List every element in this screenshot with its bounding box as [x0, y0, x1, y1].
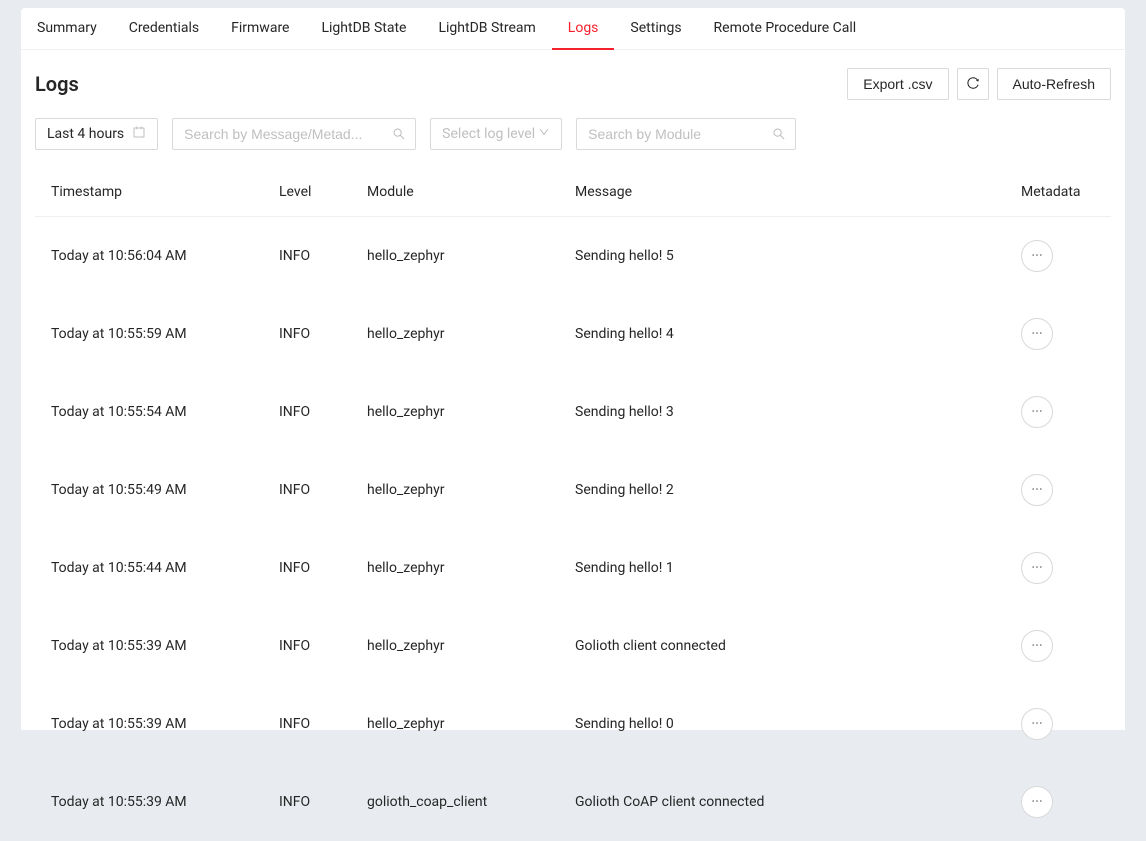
cell-level: INFO — [279, 794, 367, 810]
column-level: Level — [279, 184, 367, 200]
table-row: Today at 10:55:54 AMINFOhello_zephyrSend… — [35, 373, 1111, 451]
cell-message: Golioth client connected — [575, 638, 1021, 654]
table-row: Today at 10:55:39 AMINFOhello_zephyrSend… — [35, 685, 1111, 763]
cell-message: Sending hello! 1 — [575, 560, 1021, 576]
table-row: Today at 10:55:44 AMINFOhello_zephyrSend… — [35, 529, 1111, 607]
table-row: Today at 10:55:59 AMINFOhello_zephyrSend… — [35, 295, 1111, 373]
calendar-icon — [132, 125, 146, 143]
metadata-more-button[interactable] — [1021, 552, 1053, 584]
cell-level: INFO — [279, 482, 367, 498]
ellipsis-icon — [1030, 326, 1044, 343]
cell-module: hello_zephyr — [367, 638, 575, 654]
column-module: Module — [367, 184, 575, 200]
cell-level: INFO — [279, 560, 367, 576]
cell-module: hello_zephyr — [367, 248, 575, 264]
cell-timestamp: Today at 10:55:54 AM — [51, 404, 279, 420]
logs-table: Timestamp Level Module Message Metadata … — [35, 168, 1111, 841]
tab-summary[interactable]: Summary — [21, 8, 113, 50]
metadata-more-button[interactable] — [1021, 318, 1053, 350]
cell-message: Sending hello! 4 — [575, 326, 1021, 342]
cell-module: hello_zephyr — [367, 326, 575, 342]
tab-lightdb-stream[interactable]: LightDB Stream — [422, 8, 551, 50]
search-message-input[interactable] — [172, 118, 416, 150]
cell-level: INFO — [279, 248, 367, 264]
metadata-more-button[interactable] — [1021, 708, 1053, 740]
tab-credentials[interactable]: Credentials — [113, 8, 215, 50]
cell-message: Sending hello! 2 — [575, 482, 1021, 498]
cell-level: INFO — [279, 326, 367, 342]
column-message: Message — [575, 184, 1021, 200]
ellipsis-icon — [1030, 404, 1044, 421]
chevron-down-icon — [538, 126, 550, 142]
ellipsis-icon — [1030, 638, 1044, 655]
metadata-more-button[interactable] — [1021, 474, 1053, 506]
table-row: Today at 10:55:39 AMINFOgolioth_coap_cli… — [35, 763, 1111, 841]
search-module-input[interactable] — [576, 118, 796, 150]
time-range-label: Last 4 hours — [47, 126, 124, 142]
cell-module: hello_zephyr — [367, 404, 575, 420]
cell-metadata — [1021, 240, 1111, 272]
cell-module: hello_zephyr — [367, 560, 575, 576]
tab-firmware[interactable]: Firmware — [215, 8, 305, 50]
cell-metadata — [1021, 786, 1111, 818]
ellipsis-icon — [1030, 482, 1044, 499]
cell-level: INFO — [279, 638, 367, 654]
ellipsis-icon — [1030, 248, 1044, 265]
refresh-button[interactable] — [957, 68, 989, 100]
metadata-more-button[interactable] — [1021, 396, 1053, 428]
cell-metadata — [1021, 318, 1111, 350]
cell-timestamp: Today at 10:56:04 AM — [51, 248, 279, 264]
column-timestamp: Timestamp — [51, 184, 279, 200]
cell-timestamp: Today at 10:55:59 AM — [51, 326, 279, 342]
cell-message: Sending hello! 5 — [575, 248, 1021, 264]
cell-metadata — [1021, 396, 1111, 428]
ellipsis-icon — [1030, 794, 1044, 811]
time-range-filter[interactable]: Last 4 hours — [35, 118, 158, 150]
table-row: Today at 10:55:39 AMINFOhello_zephyrGoli… — [35, 607, 1111, 685]
tab-settings[interactable]: Settings — [614, 8, 697, 50]
cell-timestamp: Today at 10:55:44 AM — [51, 560, 279, 576]
refresh-icon — [966, 76, 980, 93]
log-level-label: Select log level — [442, 126, 535, 142]
cell-metadata — [1021, 708, 1111, 740]
ellipsis-icon — [1030, 560, 1044, 577]
table-row: Today at 10:55:49 AMINFOhello_zephyrSend… — [35, 451, 1111, 529]
tab-logs[interactable]: Logs — [552, 8, 615, 50]
tab-remote-procedure-call[interactable]: Remote Procedure Call — [698, 8, 873, 50]
cell-message: Golioth CoAP client connected — [575, 794, 1021, 810]
cell-metadata — [1021, 630, 1111, 662]
cell-level: INFO — [279, 404, 367, 420]
log-level-select[interactable]: Select log level — [430, 118, 562, 150]
cell-module: hello_zephyr — [367, 482, 575, 498]
cell-timestamp: Today at 10:55:39 AM — [51, 794, 279, 810]
cell-message: Sending hello! 3 — [575, 404, 1021, 420]
cell-metadata — [1021, 552, 1111, 584]
cell-module: golioth_coap_client — [367, 794, 575, 810]
cell-timestamp: Today at 10:55:39 AM — [51, 638, 279, 654]
column-metadata: Metadata — [1021, 184, 1111, 200]
cell-metadata — [1021, 474, 1111, 506]
table-row: Today at 10:56:04 AMINFOhello_zephyrSend… — [35, 217, 1111, 295]
export-csv-button[interactable]: Export .csv — [847, 68, 948, 100]
metadata-more-button[interactable] — [1021, 786, 1053, 818]
tab-lightdb-state[interactable]: LightDB State — [305, 8, 422, 50]
cell-timestamp: Today at 10:55:49 AM — [51, 482, 279, 498]
page-title: Logs — [35, 72, 79, 96]
metadata-more-button[interactable] — [1021, 240, 1053, 272]
metadata-more-button[interactable] — [1021, 630, 1053, 662]
auto-refresh-button[interactable]: Auto-Refresh — [997, 68, 1111, 100]
tabs: SummaryCredentialsFirmwareLightDB StateL… — [21, 8, 1125, 50]
